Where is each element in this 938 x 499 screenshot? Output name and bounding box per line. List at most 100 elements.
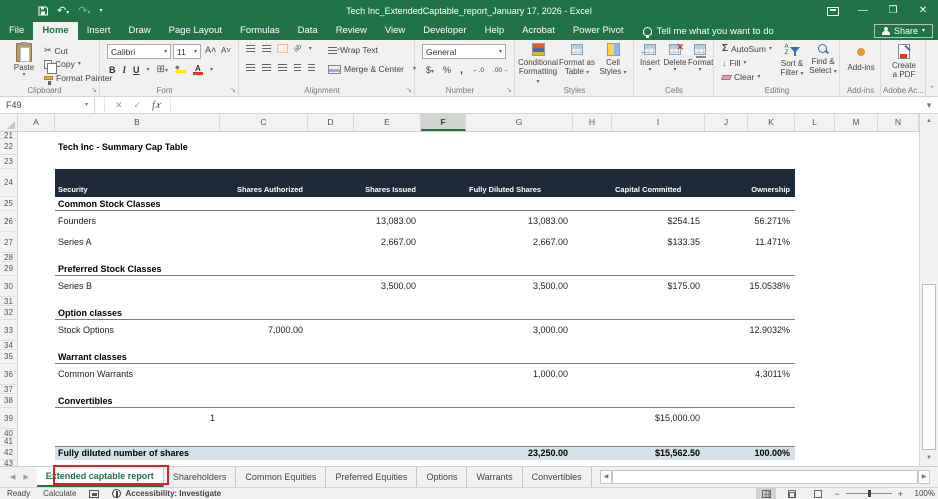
cell-E26[interactable]: 13,083.00: [354, 211, 416, 232]
cell-B39[interactable]: 1: [55, 408, 215, 429]
column-header-F[interactable]: F: [421, 114, 466, 131]
format-as-table-button[interactable]: Format as Table ▾: [558, 42, 596, 76]
menu-tab-help[interactable]: Help: [476, 22, 514, 40]
align-right-icon[interactable]: [278, 64, 287, 71]
column-header-C[interactable]: C: [220, 114, 308, 131]
column-header-K[interactable]: K: [748, 114, 795, 131]
cell-B36[interactable]: Common Warrants: [58, 364, 133, 385]
zoom-in-icon[interactable]: +: [898, 489, 903, 499]
horizontal-scrollbar[interactable]: ◀ ▶: [600, 470, 930, 484]
cell-styles-button[interactable]: Cell Styles ▾: [596, 42, 630, 76]
row-header-25[interactable]: 25: [0, 197, 18, 211]
bold-button[interactable]: B: [109, 65, 116, 75]
cell-B22[interactable]: Tech Inc - Summary Cap Table: [58, 139, 188, 155]
align-center-icon[interactable]: [262, 64, 271, 71]
decrease-font-icon[interactable]: A˅: [221, 46, 231, 55]
align-middle-icon[interactable]: [262, 45, 271, 52]
zoom-slider[interactable]: [845, 490, 892, 497]
cell-K30[interactable]: 15.0538%: [748, 276, 790, 297]
name-box[interactable]: F49 ▾: [0, 97, 95, 113]
cell-G30[interactable]: 3,500.00: [466, 276, 568, 297]
column-header-I[interactable]: I: [612, 114, 705, 131]
conditional-formatting-button[interactable]: Conditional Formatting ▾: [518, 42, 558, 85]
row-header-24[interactable]: 24: [0, 169, 18, 197]
menu-tab-file[interactable]: File: [0, 22, 33, 40]
chevron-down-icon[interactable]: ▾: [147, 67, 150, 73]
font-family-select[interactable]: Calibri ▾: [107, 44, 171, 59]
menu-tab-acrobat[interactable]: Acrobat: [513, 22, 564, 40]
next-sheet-icon[interactable]: ▶: [23, 473, 28, 481]
column-header-D[interactable]: D: [308, 114, 354, 131]
formula-bar-expand-icon[interactable]: ▾: [920, 97, 938, 113]
cell-G26[interactable]: 13,083.00: [466, 211, 568, 232]
cell-E30[interactable]: 3,500.00: [354, 276, 416, 297]
font-color-button[interactable]: A: [192, 64, 203, 75]
collapse-ribbon-icon[interactable]: ⌃: [929, 85, 935, 93]
column-header-J[interactable]: J: [705, 114, 748, 131]
row-header-35[interactable]: 35: [0, 350, 18, 364]
scroll-left-icon[interactable]: ◀: [600, 470, 612, 484]
row-header-26[interactable]: 26: [0, 211, 18, 232]
cell-G42[interactable]: 23,250.00: [466, 446, 568, 460]
row-header-39[interactable]: 39: [0, 408, 18, 429]
accessibility-status[interactable]: Accessibility: Investigate: [112, 489, 221, 498]
page-layout-view-button[interactable]: [782, 488, 802, 499]
confirm-entry-icon[interactable]: ✓: [134, 100, 142, 111]
scroll-up-icon[interactable]: ▲: [920, 114, 938, 129]
sheet-tab-extended-captable-report[interactable]: Extended captable report: [36, 467, 164, 487]
chevron-down-icon[interactable]: ▾: [210, 67, 213, 73]
insert-function-icon[interactable]: f𝑥: [152, 100, 160, 111]
cell-B35[interactable]: Warrant classes: [58, 350, 127, 364]
cell-I24[interactable]: Capital Committed: [615, 185, 681, 194]
menu-tab-formulas[interactable]: Formulas: [231, 22, 289, 40]
cell-I39[interactable]: $15,000.00: [612, 408, 700, 429]
delete-cells-button[interactable]: ✕ Delete ▾: [662, 42, 688, 73]
decrease-decimal-icon[interactable]: .00→: [493, 67, 509, 74]
row-header-32[interactable]: 32: [0, 306, 18, 320]
scroll-down-icon[interactable]: ▼: [920, 451, 938, 466]
cell-K24[interactable]: Ownership: [748, 185, 790, 194]
close-button[interactable]: ✕: [908, 0, 938, 22]
sheet-tab-convertibles[interactable]: Convertibles: [523, 467, 592, 487]
cell-G33[interactable]: 3,000.00: [466, 320, 568, 341]
cell-I26[interactable]: $254.15: [612, 211, 700, 232]
menu-tab-view[interactable]: View: [376, 22, 414, 40]
copy-button[interactable]: Copy ▾: [44, 59, 81, 74]
fill-color-button[interactable]: ◆: [174, 65, 186, 73]
sort-filter-button[interactable]: AZ Sort & Filter ▾: [777, 42, 807, 77]
formula-input[interactable]: [171, 97, 920, 113]
clipboard-dialog-launcher[interactable]: ↘: [91, 86, 97, 94]
cell-K36[interactable]: 4.3011%: [748, 364, 790, 385]
increase-indent-icon[interactable]: [308, 64, 315, 71]
cell-G36[interactable]: 1,000.00: [466, 364, 568, 385]
addins-button[interactable]: Add-ins: [843, 42, 879, 72]
chevron-down-icon[interactable]: ▾: [309, 46, 312, 52]
cell-B27[interactable]: Series A: [58, 232, 92, 253]
cell-B33[interactable]: Stock Options: [58, 320, 114, 341]
decrease-indent-icon[interactable]: [294, 64, 301, 71]
vertical-scroll-thumb[interactable]: [922, 284, 936, 450]
horizontal-scroll-thumb[interactable]: [612, 470, 918, 484]
row-header-30[interactable]: 30: [0, 276, 18, 297]
tell-me-box[interactable]: Tell me what you want to do: [642, 22, 774, 40]
fill-button[interactable]: ↓ Fill ▾: [722, 58, 746, 68]
format-cells-button[interactable]: Format ▾: [688, 42, 713, 73]
cancel-entry-icon[interactable]: ✕: [115, 100, 123, 111]
cut-button[interactable]: ✂ Cut: [44, 45, 68, 56]
accounting-format-icon[interactable]: $▾: [426, 65, 434, 75]
scroll-right-icon[interactable]: ▶: [918, 470, 930, 484]
zoom-out-icon[interactable]: −: [834, 489, 839, 499]
column-header-B[interactable]: B: [55, 114, 220, 131]
cell-B24[interactable]: Security: [58, 185, 88, 194]
page-break-view-button[interactable]: [808, 488, 828, 499]
menu-tab-power-pivot[interactable]: Power Pivot: [564, 22, 633, 40]
row-header-38[interactable]: 38: [0, 394, 18, 408]
menu-tab-insert[interactable]: Insert: [78, 22, 120, 40]
cell-I27[interactable]: $133.35: [612, 232, 700, 253]
row-header-36[interactable]: 36: [0, 364, 18, 385]
column-header-A[interactable]: A: [18, 114, 55, 131]
wrap-text-button[interactable]: Wrap Text: [328, 45, 378, 55]
cell-B29[interactable]: Preferred Stock Classes: [58, 262, 162, 276]
cell-G24[interactable]: Fully Diluted Shares: [469, 185, 541, 194]
minimize-button[interactable]: —: [848, 0, 878, 22]
